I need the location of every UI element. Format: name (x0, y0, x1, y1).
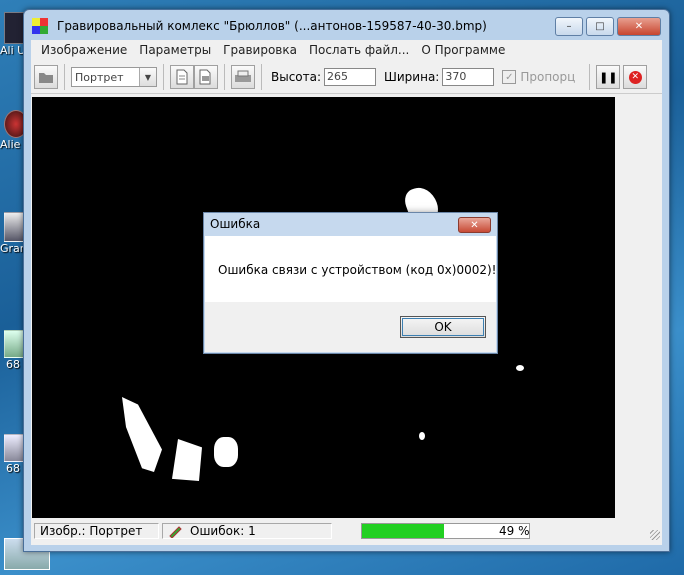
close-button[interactable]: ✕ (617, 17, 661, 36)
image-region (214, 437, 238, 467)
toolbar-separator (261, 64, 262, 90)
mode-select-value: Портрет (75, 70, 124, 84)
status-errors-panel: Ошибок: 1 (162, 523, 332, 539)
toolbar-separator (589, 64, 591, 90)
toolbar: Портрет ▼ Высота: 265 Ширина: 370 ✓ Проп… (31, 61, 662, 94)
image-region (516, 365, 524, 371)
status-bar: Изобр.: Портрет Ошибок: 1 49 % (31, 520, 662, 542)
caption-buttons: – □ ✕ (555, 17, 661, 36)
error-dialog: Ошибка ✕ Ошибка связи с устройством (код… (203, 212, 498, 354)
menu-parameters[interactable]: Параметры (133, 43, 217, 57)
printer-icon (235, 70, 251, 82)
height-label: Высота: (271, 70, 322, 84)
image-region (172, 439, 202, 481)
progress-fill (362, 524, 444, 538)
width-label: Ширина: (384, 70, 440, 84)
menu-about[interactable]: О Программе (415, 43, 511, 57)
dialog-footer: OK (205, 302, 496, 352)
pencil-icon (169, 526, 182, 538)
chevron-down-icon: ▼ (139, 68, 156, 86)
toolbar-separator (64, 64, 65, 90)
dialog-title: Ошибка (210, 217, 261, 231)
proportional-checkbox[interactable]: ✓ (502, 70, 517, 84)
menu-bar: Изображение Параметры Гравировка Послать… (31, 40, 662, 59)
pause-button[interactable]: ❚❚ (596, 65, 621, 89)
ok-button[interactable]: OK (400, 316, 486, 338)
folder-icon (39, 73, 53, 83)
maximize-button[interactable]: □ (586, 17, 614, 36)
toolbar-separator (163, 64, 164, 90)
window-title: Гравировальный комлекс "Брюллов" (...ант… (57, 19, 487, 33)
open-folder-button[interactable] (34, 65, 58, 89)
height-input[interactable]: 265 (324, 68, 377, 86)
mode-select[interactable]: Портрет ▼ (71, 67, 157, 87)
resize-grip[interactable] (650, 530, 660, 540)
status-errors: Ошибок: 1 (190, 524, 256, 538)
minimize-button[interactable]: – (555, 17, 583, 36)
progress-bar: 49 % (361, 523, 530, 539)
image-region (419, 432, 425, 440)
dialog-close-button[interactable]: ✕ (458, 217, 491, 233)
image-region (122, 397, 162, 472)
dialog-message: Ошибка связи с устройством (код 0x)0002)… (218, 263, 497, 277)
print-button[interactable] (231, 65, 255, 89)
status-image-mode: Изобр.: Портрет (34, 523, 159, 539)
stop-icon: ✕ (628, 70, 642, 84)
stop-button[interactable]: ✕ (623, 65, 648, 89)
menu-send-file[interactable]: Послать файл... (303, 43, 415, 57)
progress-text: 49 % (499, 524, 530, 538)
pause-icon: ❚❚ (599, 70, 618, 84)
menu-image[interactable]: Изображение (35, 43, 133, 57)
dialog-body: Ошибка связи с устройством (код 0x)0002)… (205, 236, 496, 302)
document-icon (176, 69, 188, 85)
document-settings-button[interactable] (194, 65, 218, 89)
right-panel (617, 97, 661, 518)
document-settings-icon (199, 69, 211, 85)
menu-engraving[interactable]: Гравировка (217, 43, 303, 57)
width-input[interactable]: 370 (442, 68, 495, 86)
document-button[interactable] (170, 65, 194, 89)
title-bar[interactable]: Гравировальный комлекс "Брюллов" (...ант… (24, 10, 669, 40)
toolbar-separator (224, 64, 225, 90)
proportional-label: Пропорц (520, 70, 576, 84)
app-icon (32, 18, 48, 34)
